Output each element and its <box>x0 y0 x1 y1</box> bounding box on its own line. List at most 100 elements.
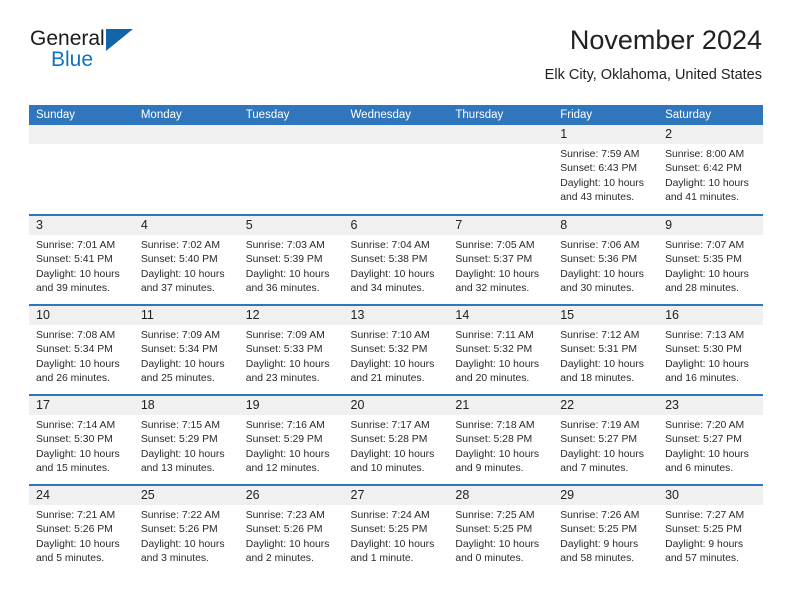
daylight-text: Daylight: 10 hours and 1 minute. <box>350 538 435 564</box>
day-number: 9 <box>658 216 763 235</box>
sunset-text: Sunset: 5:28 PM <box>455 434 533 446</box>
calendar-day-cell[interactable]: 10 Sunrise: 7:08 AM Sunset: 5:34 PM Dayligh… <box>29 304 134 395</box>
calendar-head: Sunday Monday Tuesday Wednesday Thursday… <box>29 105 763 125</box>
calendar-day-cell[interactable]: 26 Sunrise: 7:23 AM Sunset: 5:26 PM Dayligh… <box>238 484 344 575</box>
sunrise-text: Sunrise: 7:15 AM <box>140 420 220 431</box>
calendar-day-cell[interactable]: 11 Sunrise: 7:09 AM Sunset: 5:34 PM Dayligh… <box>133 304 239 395</box>
sunrise-text: Sunrise: 7:23 AM <box>245 510 325 521</box>
daylight-text: Daylight: 10 hours and 34 minutes. <box>350 268 435 294</box>
day-number <box>238 125 344 144</box>
sunset-text: Sunset: 5:41 PM <box>36 254 113 266</box>
calendar-day-cell[interactable]: 22 Sunrise: 7:19 AM Sunset: 5:27 PM Dayligh… <box>553 394 659 485</box>
calendar-day-cell[interactable]: 19 Sunrise: 7:16 AM Sunset: 5:29 PM Dayligh… <box>238 394 344 485</box>
weekday-header-wednesday: Wednesday <box>343 105 449 125</box>
day-number: 29 <box>553 486 659 505</box>
weekday-header-row: Sunday Monday Tuesday Wednesday Thursday… <box>29 105 763 125</box>
day-sun-info: Sunrise: 7:25 AM Sunset: 5:25 PM Daylight:… <box>448 505 553 566</box>
sunrise-text: Sunrise: 7:24 AM <box>350 510 430 521</box>
daylight-text: Daylight: 10 hours and 12 minutes. <box>245 448 330 474</box>
calendar-day-cell[interactable]: 3 Sunrise: 7:01 AM Sunset: 5:41 PM Daylight… <box>29 214 134 305</box>
day-sun-info: Sunrise: 8:00 AM Sunset: 6:42 PM Daylight:… <box>658 144 763 205</box>
daylight-text: Daylight: 10 hours and 6 minutes. <box>665 448 749 474</box>
day-sun-info: Sunrise: 7:59 AM Sunset: 6:43 PM Daylight:… <box>553 144 658 205</box>
daylight-text: Daylight: 10 hours and 15 minutes. <box>36 448 120 474</box>
calendar-day-cell[interactable]: 6 Sunrise: 7:04 AM Sunset: 5:38 PM Daylight… <box>343 214 449 305</box>
sunset-text: Sunset: 5:25 PM <box>455 524 533 536</box>
sunrise-text: Sunrise: 7:09 AM <box>245 330 325 341</box>
calendar-day-cell[interactable]: 21 Sunrise: 7:18 AM Sunset: 5:28 PM Dayligh… <box>448 394 554 485</box>
daylight-text: Daylight: 10 hours and 32 minutes. <box>455 268 540 294</box>
calendar-day-cell[interactable]: 5 Sunrise: 7:03 AM Sunset: 5:39 PM Daylight… <box>238 214 344 305</box>
logo-text-general: General <box>30 27 105 50</box>
calendar-day-cell[interactable]: 27 Sunrise: 7:24 AM Sunset: 5:25 PM Dayligh… <box>343 484 449 575</box>
title-block: November 2024 Elk City, Oklahoma, United… <box>545 25 762 82</box>
sunrise-text: Sunrise: 7:06 AM <box>560 240 640 251</box>
sunrise-text: Sunrise: 7:09 AM <box>140 330 220 341</box>
calendar-day-cell[interactable]: 30 Sunrise: 7:27 AM Sunset: 5:25 PM Dayligh… <box>658 484 763 575</box>
daylight-text: Daylight: 10 hours and 21 minutes. <box>350 358 435 384</box>
sunrise-text: Sunrise: 7:25 AM <box>455 510 535 521</box>
calendar-day-cell[interactable]: 20 Sunrise: 7:17 AM Sunset: 5:28 PM Dayligh… <box>343 394 449 485</box>
day-number: 22 <box>553 396 659 415</box>
calendar-day-cell[interactable]: 1 Sunrise: 7:59 AM Sunset: 6:43 PM Daylight… <box>553 125 659 215</box>
daylight-text: Daylight: 10 hours and 16 minutes. <box>665 358 749 384</box>
calendar-day-cell[interactable]: 17 Sunrise: 7:14 AM Sunset: 5:30 PM Dayligh… <box>29 394 134 485</box>
sunrise-text: Sunrise: 7:22 AM <box>140 510 220 521</box>
calendar-day-cell[interactable]: 18 Sunrise: 7:15 AM Sunset: 5:29 PM Dayligh… <box>133 394 239 485</box>
day-number <box>448 125 554 144</box>
calendar-day-cell[interactable]: 23 Sunrise: 7:20 AM Sunset: 5:27 PM Dayligh… <box>658 394 763 485</box>
calendar-day-cell[interactable]: 24 Sunrise: 7:21 AM Sunset: 5:26 PM Dayligh… <box>29 484 134 575</box>
day-sun-info: Sunrise: 7:21 AM Sunset: 5:26 PM Daylight:… <box>29 505 134 566</box>
sunrise-text: Sunrise: 7:02 AM <box>140 240 220 251</box>
day-number <box>133 125 239 144</box>
calendar-day-cell[interactable]: 4 Sunrise: 7:02 AM Sunset: 5:40 PM Daylight… <box>133 214 239 305</box>
day-number: 19 <box>238 396 344 415</box>
calendar-day-cell[interactable]: 25 Sunrise: 7:22 AM Sunset: 5:26 PM Dayligh… <box>133 484 239 575</box>
calendar-day-cell[interactable]: 28 Sunrise: 7:25 AM Sunset: 5:25 PM Dayligh… <box>448 484 554 575</box>
calendar-day-cell[interactable]: 2 Sunrise: 8:00 AM Sunset: 6:42 PM Daylight… <box>658 125 763 215</box>
day-sun-info: Sunrise: 7:13 AM Sunset: 5:30 PM Daylight:… <box>658 325 763 386</box>
daylight-text: Daylight: 10 hours and 37 minutes. <box>140 268 225 294</box>
day-sun-info: Sunrise: 7:18 AM Sunset: 5:28 PM Daylight:… <box>448 415 553 476</box>
calendar-week-row: 3 Sunrise: 7:01 AM Sunset: 5:41 PM Daylight… <box>29 214 763 305</box>
sunset-text: Sunset: 5:25 PM <box>560 524 638 536</box>
sunset-text: Sunset: 5:26 PM <box>140 524 218 536</box>
sunset-text: Sunset: 5:34 PM <box>140 344 218 356</box>
sunset-text: Sunset: 5:29 PM <box>140 434 218 446</box>
calendar-day-cell[interactable]: 16 Sunrise: 7:13 AM Sunset: 5:30 PM Dayligh… <box>658 304 763 395</box>
calendar-day-cell-empty <box>343 125 449 215</box>
day-number: 15 <box>553 306 659 325</box>
day-number: 4 <box>133 216 239 235</box>
day-number: 8 <box>553 216 659 235</box>
calendar-week-row: 1 Sunrise: 7:59 AM Sunset: 6:43 PM Daylight… <box>29 125 763 215</box>
calendar-day-cell[interactable]: 15 Sunrise: 7:12 AM Sunset: 5:31 PM Dayligh… <box>553 304 659 395</box>
sunset-text: Sunset: 5:27 PM <box>665 434 742 446</box>
sunrise-text: Sunrise: 7:01 AM <box>36 240 116 251</box>
calendar-day-cell[interactable]: 14 Sunrise: 7:11 AM Sunset: 5:32 PM Dayligh… <box>448 304 554 395</box>
page-title: November 2024 <box>569 25 762 55</box>
day-sun-info: Sunrise: 7:15 AM Sunset: 5:29 PM Daylight:… <box>134 415 239 476</box>
calendar-day-cell[interactable]: 9 Sunrise: 7:07 AM Sunset: 5:35 PM Daylight… <box>658 214 763 305</box>
day-sun-info: Sunrise: 7:17 AM Sunset: 5:28 PM Daylight:… <box>344 415 449 476</box>
day-number: 5 <box>238 216 344 235</box>
daylight-text: Daylight: 9 hours and 58 minutes. <box>560 538 639 564</box>
sunrise-text: Sunrise: 7:03 AM <box>245 240 325 251</box>
sunrise-text: Sunrise: 7:04 AM <box>350 240 430 251</box>
sunrise-text: Sunrise: 7:13 AM <box>665 330 745 341</box>
weekday-header-thursday: Thursday <box>448 105 554 125</box>
day-number: 12 <box>238 306 344 325</box>
day-number: 25 <box>133 486 239 505</box>
calendar-day-cell[interactable]: 7 Sunrise: 7:05 AM Sunset: 5:37 PM Daylight… <box>448 214 554 305</box>
daylight-text: Daylight: 10 hours and 3 minutes. <box>140 538 225 564</box>
daylight-text: Daylight: 10 hours and 39 minutes. <box>36 268 120 294</box>
day-number: 30 <box>658 486 763 505</box>
day-number: 20 <box>343 396 449 415</box>
calendar-day-cell[interactable]: 29 Sunrise: 7:26 AM Sunset: 5:25 PM Dayligh… <box>553 484 659 575</box>
day-number: 14 <box>448 306 554 325</box>
calendar-day-cell[interactable]: 12 Sunrise: 7:09 AM Sunset: 5:33 PM Dayligh… <box>238 304 344 395</box>
calendar-day-cell[interactable]: 13 Sunrise: 7:10 AM Sunset: 5:32 PM Dayligh… <box>343 304 449 395</box>
day-sun-info: Sunrise: 7:16 AM Sunset: 5:29 PM Daylight:… <box>239 415 344 476</box>
day-sun-info: Sunrise: 7:27 AM Sunset: 5:25 PM Daylight:… <box>658 505 763 566</box>
daylight-text: Daylight: 10 hours and 25 minutes. <box>140 358 225 384</box>
calendar-day-cell[interactable]: 8 Sunrise: 7:06 AM Sunset: 5:36 PM Daylight… <box>553 214 659 305</box>
